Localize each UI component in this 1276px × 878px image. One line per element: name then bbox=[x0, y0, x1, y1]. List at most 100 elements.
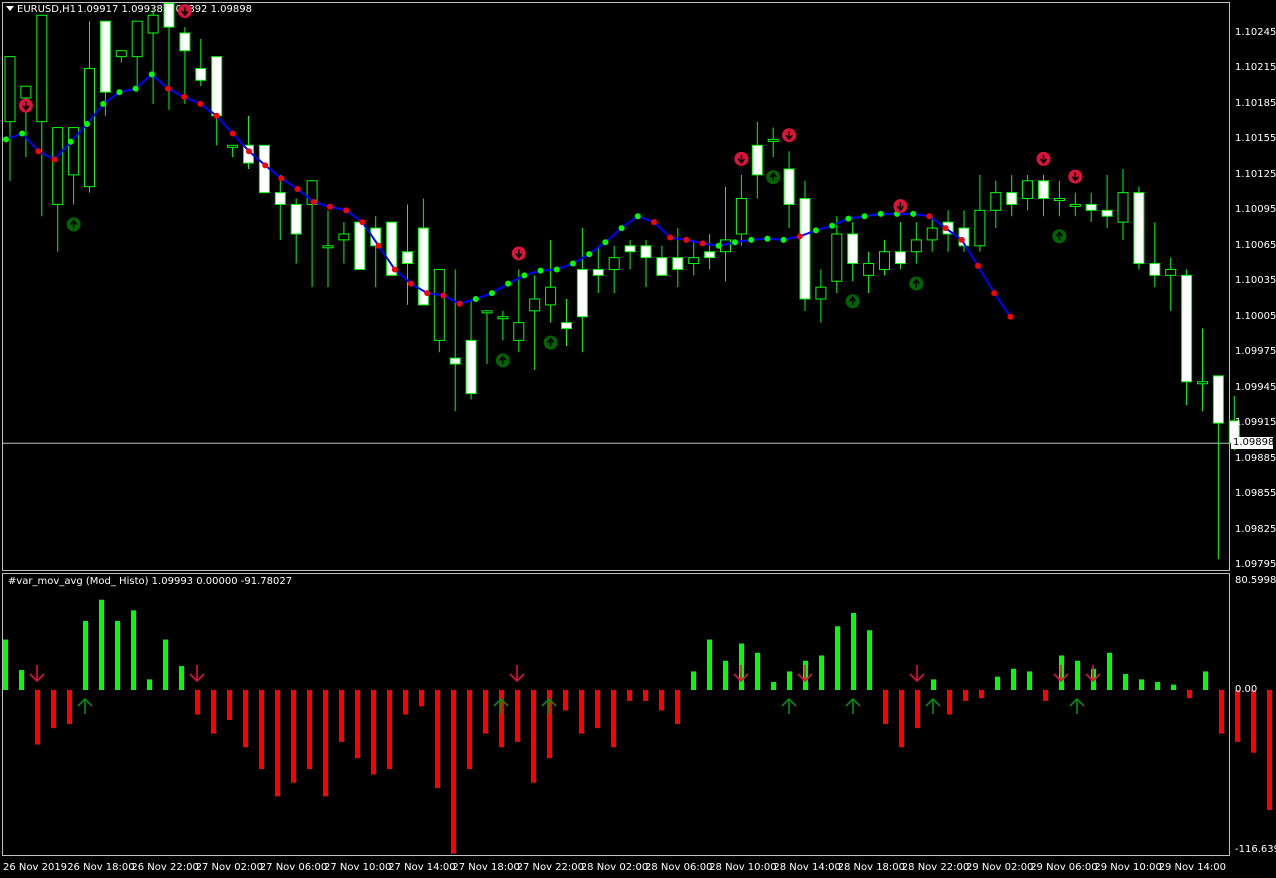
histogram-bar bbox=[243, 690, 248, 748]
candle-body bbox=[1165, 268, 1177, 276]
histogram-bar bbox=[467, 690, 472, 770]
histogram-bar bbox=[627, 690, 632, 701]
histogram-bar bbox=[595, 690, 600, 729]
time-tick-label: 29 Nov 14:00 bbox=[1158, 862, 1227, 873]
candle-body bbox=[1022, 180, 1034, 200]
candle-body bbox=[656, 257, 668, 276]
histogram-bar bbox=[275, 690, 280, 797]
ma-dot bbox=[845, 215, 852, 222]
candle-body bbox=[322, 245, 334, 249]
histogram-bar bbox=[995, 676, 1000, 690]
candle-body bbox=[688, 257, 700, 265]
time-tick-label: 27 Nov 10:00 bbox=[324, 862, 392, 873]
ma-dot bbox=[294, 186, 301, 193]
histogram-bar bbox=[1187, 690, 1192, 699]
time-tick-label: 28 Nov 14:00 bbox=[773, 862, 841, 873]
histogram-sell-arrow bbox=[733, 665, 749, 683]
ma-dot bbox=[391, 266, 398, 273]
histogram-sell-arrow bbox=[29, 665, 45, 683]
indicator-axis-max: 80.59983 bbox=[1235, 575, 1276, 586]
histogram-bar bbox=[659, 690, 664, 711]
ma-dot bbox=[634, 213, 641, 220]
histogram-bar bbox=[707, 639, 712, 690]
ma-dot bbox=[181, 93, 188, 100]
candle-body bbox=[354, 221, 366, 270]
time-tick-label: 29 Nov 02:00 bbox=[966, 862, 1034, 873]
histogram-bar bbox=[851, 613, 856, 690]
candle-body bbox=[1006, 192, 1018, 205]
histogram-bar bbox=[1043, 690, 1048, 701]
histogram-bar bbox=[1027, 671, 1032, 690]
candle-body bbox=[751, 144, 763, 176]
histogram-bar bbox=[1219, 690, 1224, 734]
ma-dot bbox=[3, 136, 9, 143]
candle-body bbox=[1181, 274, 1193, 383]
ma-dot bbox=[489, 290, 495, 297]
price-tick-label: 1.10155 bbox=[1235, 133, 1276, 145]
ma-dot bbox=[667, 234, 674, 241]
candle-body bbox=[115, 50, 127, 58]
ma-dot bbox=[813, 227, 819, 234]
price-tick-label: 1.10125 bbox=[1235, 168, 1276, 180]
candle-body bbox=[990, 192, 1002, 211]
ma-dot bbox=[278, 175, 285, 182]
candle-body bbox=[179, 32, 191, 52]
candle-body bbox=[1117, 192, 1129, 223]
candle-body bbox=[561, 322, 572, 330]
time-tick-label: 27 Nov 14:00 bbox=[388, 862, 456, 873]
histogram-bar bbox=[115, 620, 120, 690]
histogram-bar bbox=[1203, 671, 1208, 690]
candle-body bbox=[195, 67, 207, 81]
candle-body bbox=[163, 2, 175, 28]
histogram-bar bbox=[979, 690, 984, 699]
candle-body bbox=[767, 138, 779, 142]
buy-signal-icon bbox=[845, 294, 860, 309]
candle-body bbox=[4, 56, 16, 123]
histogram-sell-arrow bbox=[797, 665, 813, 683]
histogram-bar bbox=[435, 690, 440, 789]
histogram-bar bbox=[1123, 674, 1128, 690]
buy-signal-icon bbox=[909, 276, 924, 291]
candle-body bbox=[1053, 198, 1065, 202]
time-tick-label: 28 Nov 18:00 bbox=[837, 862, 906, 873]
candle-body bbox=[624, 245, 636, 253]
price-tick-label: 1.10245 bbox=[1235, 27, 1276, 38]
histogram-bar bbox=[131, 610, 136, 690]
ma-dot bbox=[327, 203, 333, 210]
sell-signal-icon bbox=[782, 128, 797, 143]
candle-body bbox=[592, 268, 604, 276]
price-chart[interactable] bbox=[0, 0, 1276, 878]
histogram-buy-arrow bbox=[541, 697, 557, 714]
indicator-axis-zero: 0.00 bbox=[1235, 684, 1258, 695]
candle-body bbox=[879, 251, 890, 270]
ma-dot bbox=[408, 280, 414, 287]
candle-body bbox=[497, 316, 509, 320]
sell-signal-icon bbox=[511, 246, 526, 261]
indicator-axis-min: -116.6394 bbox=[1235, 844, 1276, 855]
ma-dot bbox=[262, 162, 269, 169]
candle-body bbox=[576, 268, 588, 318]
current-price-tag: 1.09898 bbox=[1231, 437, 1275, 449]
histogram-bar bbox=[163, 639, 168, 690]
price-tick-label: 1.09885 bbox=[1235, 452, 1276, 464]
candle-body bbox=[1101, 209, 1113, 217]
histogram-bar bbox=[83, 620, 88, 690]
candle-body bbox=[1212, 375, 1224, 424]
ma-dot bbox=[440, 292, 447, 299]
histogram-bar bbox=[755, 652, 760, 690]
histogram-bar bbox=[147, 679, 152, 690]
histogram-bar bbox=[1139, 679, 1144, 690]
buy-signal-icon bbox=[495, 353, 510, 368]
time-tick-label: 26 Nov 18:00 bbox=[67, 862, 135, 873]
candle-body bbox=[465, 339, 477, 395]
ma-dot bbox=[618, 225, 625, 232]
ma-dot bbox=[67, 138, 74, 145]
candle-body bbox=[99, 20, 111, 93]
histogram-bar bbox=[19, 670, 24, 690]
histogram-bar bbox=[611, 690, 616, 748]
ma-dot bbox=[958, 236, 965, 243]
candle-body bbox=[815, 286, 827, 300]
candle-body bbox=[52, 127, 64, 205]
buy-signal-icon bbox=[1052, 229, 1067, 244]
price-tick-label: 1.10215 bbox=[1235, 62, 1276, 74]
